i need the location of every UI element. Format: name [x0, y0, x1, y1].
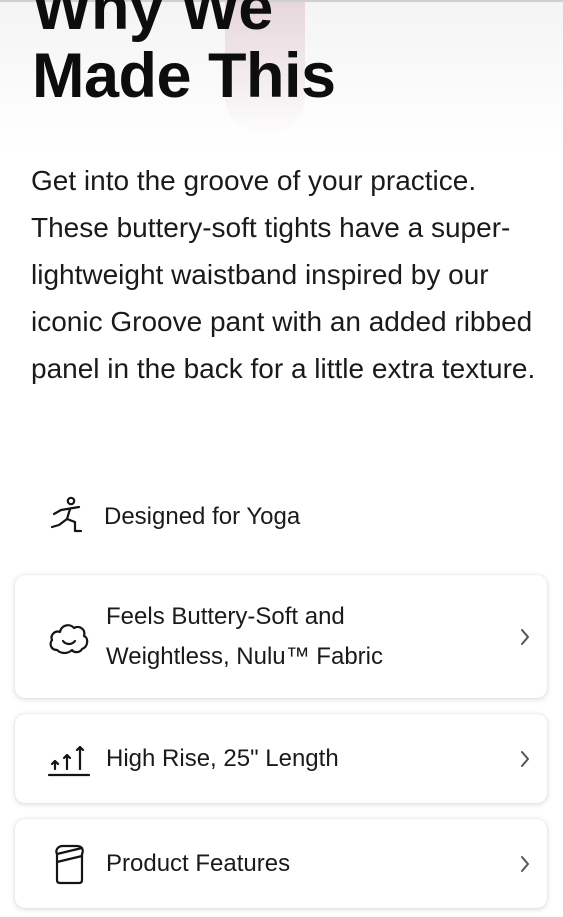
chevron-right-icon [517, 853, 533, 875]
product-features-card[interactable]: Product Features [15, 819, 547, 908]
rise-length-card[interactable]: High Rise, 25" Length [15, 714, 547, 803]
heading-line-1: Why We [32, 0, 273, 43]
fabric-feature-card[interactable]: Feels Buttery-Soft and Weightless, Nulu™… [15, 575, 547, 698]
activity-label: Designed for Yoga [104, 503, 301, 530]
chevron-right-icon [517, 626, 533, 648]
tag-icon [47, 842, 91, 886]
heading-line-2: Made This [32, 41, 336, 111]
fabric-feature-line-2: Weightless, Nulu™ Fabric [106, 642, 383, 670]
chevron-right-icon [517, 748, 533, 770]
section-heading: Why We Made This [32, 0, 552, 110]
rise-arrows-icon [47, 737, 91, 781]
activity-row: Designed for Yoga [48, 496, 300, 538]
product-features-label: Product Features [106, 849, 291, 877]
fabric-feature-text: Feels Buttery-Soft and Weightless, Nulu™… [106, 597, 517, 677]
cloud-icon [47, 615, 91, 659]
product-description: Get into the groove of your practice. Th… [31, 165, 536, 384]
yoga-pose-icon [48, 495, 88, 540]
rise-length-label: High Rise, 25" Length [106, 744, 339, 772]
fabric-feature-line-1: Feels Buttery-Soft and [106, 602, 345, 630]
